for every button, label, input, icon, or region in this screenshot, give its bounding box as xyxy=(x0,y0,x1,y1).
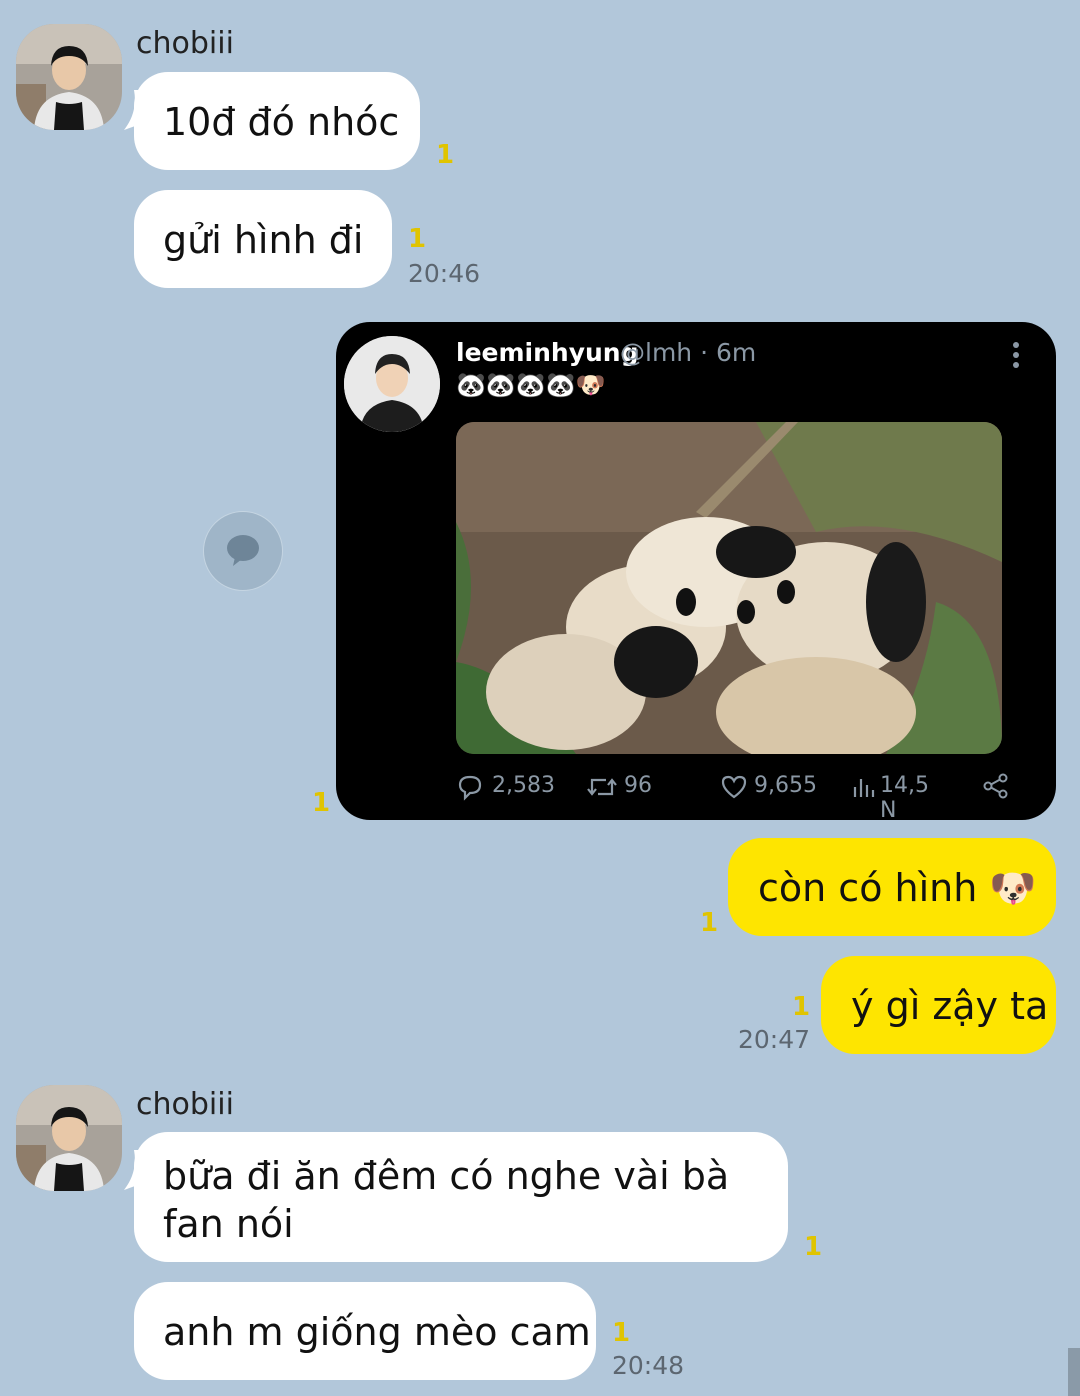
bar-chart-icon xyxy=(853,779,875,797)
views-count: 14,5 N xyxy=(880,773,929,820)
retweet-count: 96 xyxy=(624,773,652,798)
sender-name: chobiii xyxy=(136,26,234,61)
more-vertical-icon[interactable] xyxy=(1010,340,1022,370)
retweet-icon xyxy=(587,778,617,796)
sender-name: chobiii xyxy=(136,1087,234,1122)
sender-avatar[interactable] xyxy=(16,1085,122,1191)
message-text: bữa đi ăn đêm có nghe vài bà fan nói xyxy=(163,1154,730,1246)
unread-count: 1 xyxy=(700,908,719,938)
tweet-card[interactable]: leeminhyung @lmh · 6m 🐼🐼🐼🐼🐶 2,583 96 9,6… xyxy=(336,322,1056,820)
speech-bubble-icon xyxy=(227,535,259,566)
tweet-text: 🐼🐼🐼🐼🐶 xyxy=(456,371,606,399)
unread-count: 1 xyxy=(804,1232,823,1262)
share-button[interactable] xyxy=(203,511,283,591)
reply-count: 2,583 xyxy=(492,773,555,798)
scrollbar[interactable] xyxy=(1068,1348,1080,1396)
message-text: ý gì zậy ta xyxy=(851,984,1049,1028)
tweet-image-pandas[interactable] xyxy=(456,422,1002,754)
share-tweet-action[interactable] xyxy=(982,772,1010,804)
message-bubble[interactable]: 10đ đó nhóc xyxy=(134,72,420,170)
like-count: 9,655 xyxy=(754,773,817,798)
message-bubble[interactable]: bữa đi ăn đêm có nghe vài bà fan nói xyxy=(134,1132,788,1262)
unread-count: 1 xyxy=(312,788,331,818)
timestamp: 20:46 xyxy=(408,259,481,288)
tweet-handle: @lmh · 6m xyxy=(620,338,757,367)
sender-avatar[interactable] xyxy=(16,24,122,130)
unread-count: 1 xyxy=(436,140,455,170)
my-message-bubble[interactable]: còn có hình 🐶 xyxy=(728,838,1056,936)
comment-icon xyxy=(458,775,482,801)
message-bubble[interactable]: gửi hình đi xyxy=(134,190,392,288)
message-text: anh m giống mèo cam xyxy=(163,1310,591,1354)
message-bubble[interactable]: anh m giống mèo cam xyxy=(134,1282,596,1380)
message-text: gửi hình đi xyxy=(163,218,364,262)
unread-count: 1 xyxy=(408,224,427,254)
share-icon xyxy=(983,773,1008,799)
tweet-actions: 2,583 96 9,655 14,5 N xyxy=(456,772,1008,820)
message-text: 10đ đó nhóc xyxy=(163,100,400,144)
tweet-avatar[interactable] xyxy=(344,336,440,432)
tweet-author-name[interactable]: leeminhyung xyxy=(456,338,638,367)
unread-count: 1 xyxy=(792,992,811,1022)
timestamp: 20:48 xyxy=(612,1351,685,1380)
heart-icon xyxy=(721,775,747,799)
message-text: còn có hình 🐶 xyxy=(758,866,1037,910)
timestamp: 20:47 xyxy=(738,1025,811,1054)
my-message-bubble[interactable]: ý gì zậy ta xyxy=(821,956,1056,1054)
unread-count: 1 xyxy=(612,1318,631,1348)
